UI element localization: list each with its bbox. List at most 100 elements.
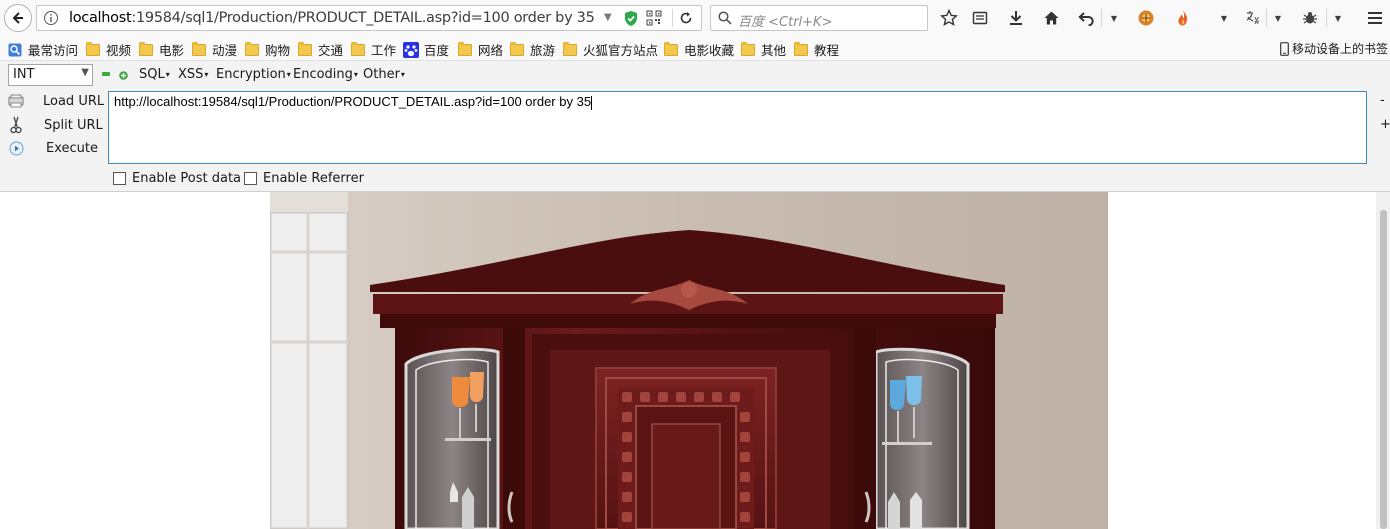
bookmark-label: 工作: [371, 43, 397, 58]
folder-icon: [458, 41, 472, 56]
bookmark-label: 电影收藏: [684, 43, 735, 58]
bookmark-label: 其他: [761, 43, 787, 58]
hamburger-menu-icon[interactable]: [1365, 8, 1385, 28]
page-scrollbar[interactable]: [1376, 192, 1390, 529]
search-icon: [718, 11, 732, 29]
dropdown-arrow-icon[interactable]: ▼: [1104, 8, 1124, 28]
xss-menu-label: XSS: [178, 67, 204, 82]
bookmark-label: 百度: [424, 43, 450, 58]
url-textarea-value: http://localhost:19584/sql1/Production/P…: [114, 94, 592, 109]
encoding-menu[interactable]: Encoding▾: [293, 67, 358, 82]
home-icon[interactable]: [1041, 8, 1061, 28]
search-bar[interactable]: 百度 <Ctrl+K>: [710, 5, 928, 31]
separator: [1326, 9, 1327, 27]
translate-extension-icon[interactable]: [1243, 8, 1263, 28]
bookmark-most-visited[interactable]: 最常访问: [8, 40, 78, 59]
bookmark-folder[interactable]: 电影: [139, 40, 184, 59]
undo-icon[interactable]: [1076, 8, 1096, 28]
encoding-menu-label: Encoding: [293, 67, 353, 82]
split-url-button[interactable]: Split URL: [6, 116, 103, 134]
execute-button[interactable]: Execute: [6, 139, 98, 157]
other-menu[interactable]: Other▾: [363, 67, 405, 82]
back-arrow-icon: [12, 12, 23, 24]
enable-referrer-label: Enable Referrer: [263, 171, 364, 186]
bookmark-folder[interactable]: 电影收藏: [664, 40, 734, 59]
shield-icon[interactable]: [623, 10, 639, 31]
bookmark-folder[interactable]: 交通: [298, 40, 343, 59]
download-icon[interactable]: [1006, 8, 1026, 28]
url-textarea[interactable]: http://localhost:19584/sql1/Production/P…: [108, 91, 1367, 164]
folder-icon: [741, 41, 755, 56]
bookmark-label: 购物: [265, 43, 291, 58]
bookmark-folder[interactable]: 购物: [245, 40, 290, 59]
expand-button[interactable]: +: [1380, 117, 1390, 132]
bookmark-folder[interactable]: 视频: [86, 40, 131, 59]
dropdown-arrow-icon[interactable]: ▼: [1214, 8, 1234, 28]
dropdown-arrow-icon: ▾: [165, 70, 170, 79]
back-button[interactable]: [4, 4, 32, 32]
dropdown-arrow-icon[interactable]: ▼: [1268, 8, 1288, 28]
checkbox-box[interactable]: [244, 172, 257, 185]
shrink-button[interactable]: -: [1380, 93, 1385, 108]
separator: [672, 9, 673, 27]
bookmark-label: 教程: [814, 43, 840, 58]
split-url-label: Split URL: [44, 117, 103, 133]
play-icon: [6, 139, 26, 157]
bookmark-label: 火狐官方站点: [583, 43, 659, 58]
bookmark-folder[interactable]: 动漫: [192, 40, 237, 59]
dropdown-arrow-icon[interactable]: ▼: [1328, 8, 1348, 28]
info-icon[interactable]: [43, 10, 59, 30]
url-bar[interactable]: localhost:19584/sql1/Production/PRODUCT_…: [36, 5, 702, 31]
dropdown-arrow-icon: ▾: [204, 70, 209, 79]
folder-icon: [192, 41, 206, 56]
increase-icon[interactable]: [119, 69, 128, 84]
mobile-bookmarks[interactable]: 移动设备上的书签: [1280, 40, 1388, 57]
xss-menu[interactable]: XSS▾: [178, 67, 208, 82]
extension-icon[interactable]: [1136, 8, 1156, 28]
url-dropdown-icon[interactable]: ▼: [604, 12, 612, 23]
fire-extension-icon[interactable]: [1173, 8, 1193, 28]
bookmark-label: 视频: [106, 43, 132, 58]
scissors-icon: [6, 116, 26, 134]
bookmark-label: 动漫: [212, 43, 238, 58]
checkbox-box[interactable]: [113, 172, 126, 185]
folder-icon: [245, 41, 259, 56]
reading-list-icon[interactable]: [970, 8, 990, 28]
bookmarks-toolbar: 最常访问 视频 电影 动漫 购物 交通 工作 百度 网络 旅游 火狐官方站点 电…: [0, 36, 1390, 61]
encryption-menu-label: Encryption: [216, 67, 286, 82]
enable-referrer-checkbox[interactable]: Enable Referrer: [244, 171, 364, 186]
type-select[interactable]: INT ▼: [8, 64, 93, 86]
mobile-device-icon: [1280, 41, 1289, 56]
page-content: [0, 192, 1390, 529]
sql-menu[interactable]: SQL▾: [139, 67, 170, 82]
reload-icon[interactable]: [676, 8, 696, 28]
bookmark-folder[interactable]: 教程: [794, 40, 839, 59]
load-url-button[interactable]: Load URL: [6, 92, 104, 110]
text-cursor: [591, 95, 593, 110]
dropdown-arrow-icon: ▾: [353, 70, 358, 79]
type-select-value: INT: [13, 67, 35, 82]
bookmark-label: 交通: [318, 43, 344, 58]
folder-icon: [664, 41, 678, 56]
folder-icon: [139, 41, 153, 56]
bookmark-baidu[interactable]: 百度: [403, 40, 449, 59]
bookmark-folder[interactable]: 旅游: [510, 40, 555, 59]
baidu-paw-icon: [403, 41, 419, 58]
chevron-down-icon: ▼: [81, 67, 89, 78]
bookmark-label: 最常访问: [28, 43, 79, 58]
qr-code-icon[interactable]: [646, 10, 662, 30]
encryption-menu[interactable]: Encryption▾: [216, 67, 291, 82]
bookmark-star-icon[interactable]: [939, 8, 959, 28]
bug-extension-icon[interactable]: [1300, 8, 1320, 28]
scrollbar-thumb[interactable]: [1380, 210, 1387, 529]
bookmark-folder[interactable]: 网络: [458, 40, 503, 59]
bookmark-folder[interactable]: 工作: [351, 40, 396, 59]
separator: [1101, 9, 1102, 27]
wine-cabinet-illustration: [270, 192, 1108, 529]
most-visited-icon: [8, 43, 22, 57]
bookmark-folder[interactable]: 其他: [741, 40, 786, 59]
bookmark-folder[interactable]: 火狐官方站点: [563, 40, 658, 59]
load-url-icon: [6, 92, 26, 110]
decrease-icon[interactable]: [102, 72, 110, 76]
enable-post-checkbox[interactable]: Enable Post data: [113, 171, 241, 186]
